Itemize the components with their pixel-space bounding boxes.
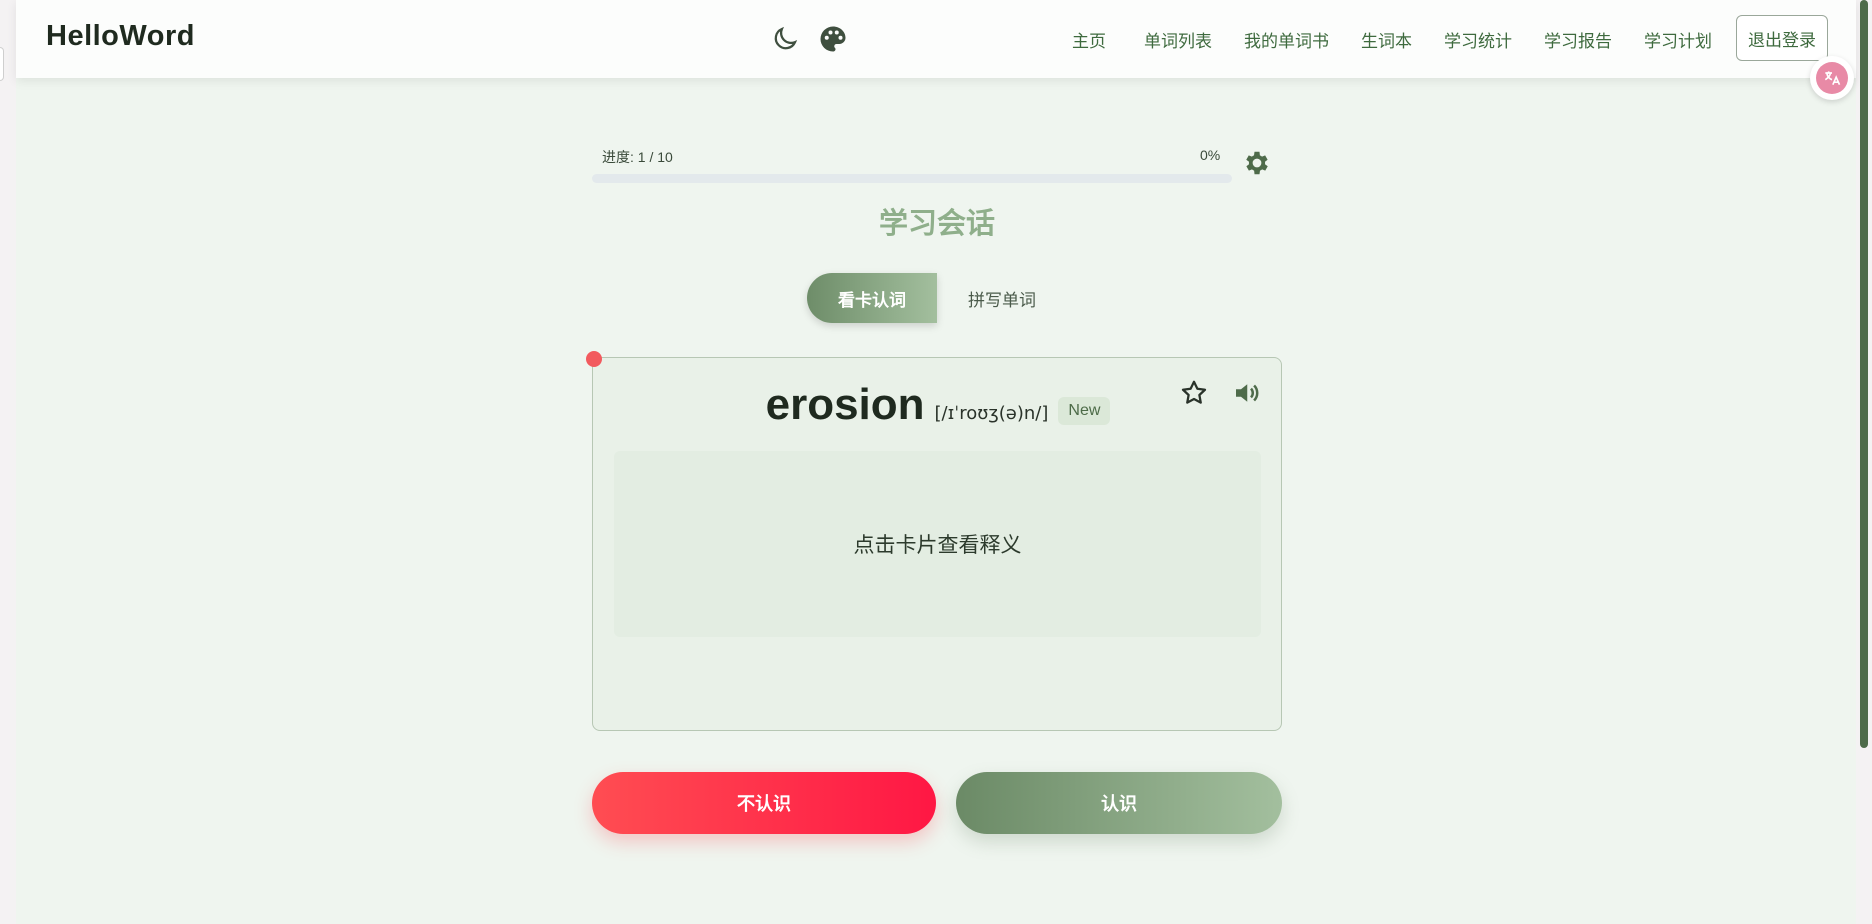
translate-extension-button[interactable]: [1810, 56, 1854, 100]
know-button[interactable]: 认识: [956, 772, 1282, 834]
palette-icon[interactable]: [818, 24, 848, 54]
nav-item-study-stats[interactable]: 学习统计: [1428, 27, 1528, 52]
dont-know-button[interactable]: 不认识: [592, 772, 936, 834]
nav-item-my-wordbooks[interactable]: 我的单词书: [1228, 27, 1345, 52]
nav-item-study-report[interactable]: 学习报告: [1528, 27, 1628, 52]
nav-links: 主页 单词列表 我的单词书 生词本 学习统计 学习报告 学习计划: [1056, 0, 1728, 78]
nav-item-study-plan[interactable]: 学习计划: [1628, 27, 1728, 52]
phonetic-text: [/ɪˈroʊʒ(ə)n/]: [934, 403, 1049, 424]
session-title: 学习会话: [878, 208, 995, 240]
logout-button[interactable]: 退出登录: [1736, 15, 1828, 61]
brand-logo[interactable]: HelloWord: [46, 20, 195, 53]
word-text: erosion: [765, 380, 925, 429]
translate-icon: [1816, 62, 1848, 94]
speaker-icon[interactable]: [1231, 378, 1261, 408]
red-indicator-dot: [586, 351, 602, 367]
definition-area[interactable]: 点击卡片查看释义: [614, 451, 1261, 637]
tab-spelling[interactable]: 拼写单词: [937, 273, 1067, 323]
settings-gear-icon[interactable]: [1242, 148, 1272, 178]
page-scrollbar[interactable]: [1860, 0, 1868, 748]
top-navbar: HelloWord 主页 单词列表 我的单词书 生词本 学习统计 学习报告 学习…: [16, 0, 1856, 78]
nav-item-vocab-book[interactable]: 生词本: [1345, 27, 1428, 52]
progress-label: 进度: 1 / 10: [602, 149, 673, 165]
star-icon[interactable]: [1179, 378, 1209, 408]
mode-tabs: 看卡认词 拼写单词: [807, 273, 1067, 323]
progress-percent: 0%: [1200, 147, 1221, 163]
side-drawer-handle[interactable]: [0, 47, 4, 81]
tab-flashcard[interactable]: 看卡认词: [807, 273, 937, 323]
progress-bar: [592, 174, 1232, 183]
nav-item-home[interactable]: 主页: [1056, 27, 1122, 52]
definition-hint: 点击卡片查看释义: [853, 534, 1022, 557]
nav-item-word-list[interactable]: 单词列表: [1128, 27, 1228, 52]
status-badge: New: [1058, 397, 1111, 425]
moon-icon[interactable]: [770, 24, 800, 54]
flashcard[interactable]: erosion [/ɪˈroʊʒ(ə)n/] New 点击卡片查看释义: [592, 357, 1282, 731]
